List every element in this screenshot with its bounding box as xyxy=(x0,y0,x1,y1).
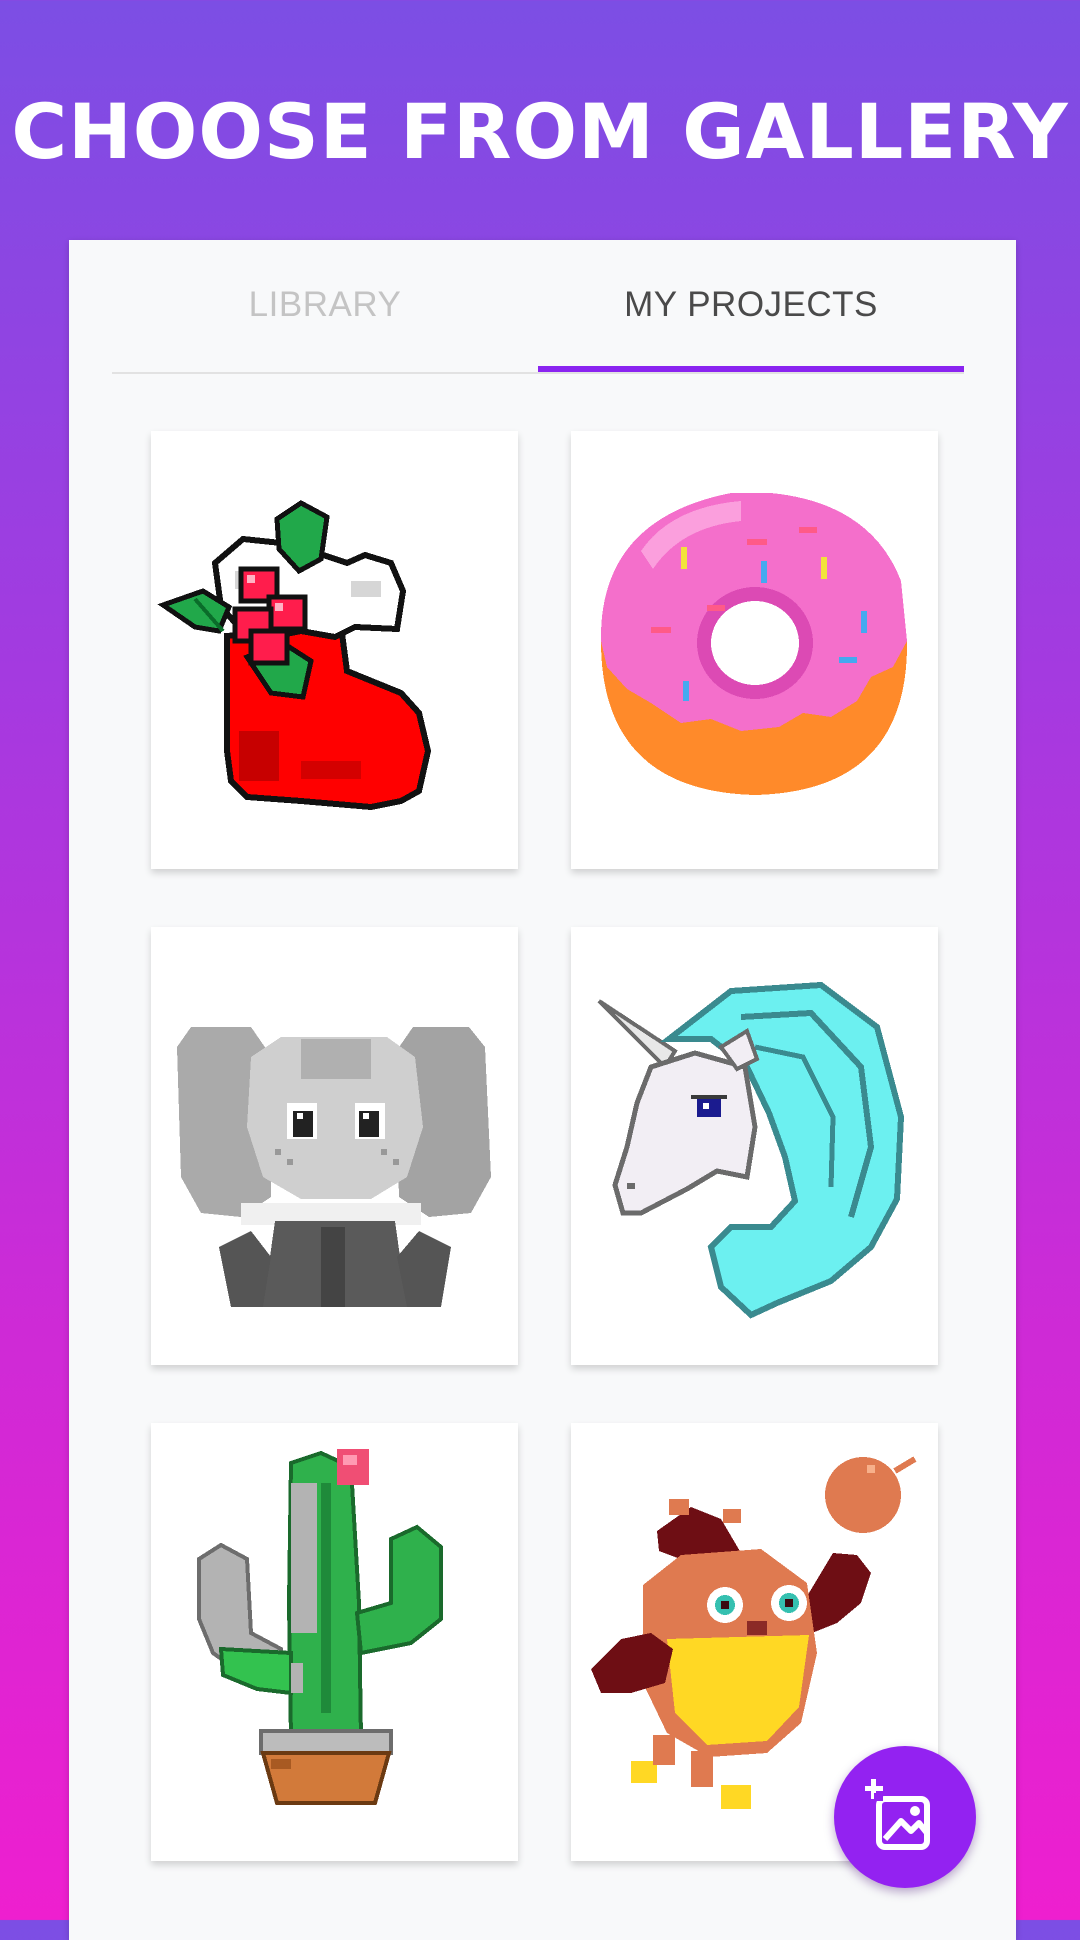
project-card-cactus[interactable] xyxy=(151,1423,518,1861)
project-card-donut[interactable] xyxy=(571,431,938,869)
cactus-image xyxy=(197,1449,443,1805)
project-card-stocking[interactable] xyxy=(151,431,518,869)
tab-selected-indicator xyxy=(538,366,964,372)
add-image-button[interactable] xyxy=(834,1746,976,1888)
tab-bar: LIBRARY MY PROJECTS xyxy=(112,240,964,374)
unicorn-image xyxy=(597,981,905,1319)
add-image-icon xyxy=(865,1779,930,1850)
christmas-stocking-image xyxy=(157,500,432,811)
gallery-panel: LIBRARY MY PROJECTS xyxy=(69,240,1016,1940)
banner-title: CHOOSE FROM GALLERY xyxy=(11,87,1069,176)
project-card-unicorn[interactable] xyxy=(571,927,938,1365)
tab-my-projects[interactable]: MY PROJECTS xyxy=(538,240,964,370)
donut-image xyxy=(600,493,908,795)
elephant-image xyxy=(177,1027,491,1307)
project-card-elephant[interactable] xyxy=(151,927,518,1365)
tab-library[interactable]: LIBRARY xyxy=(112,240,538,370)
